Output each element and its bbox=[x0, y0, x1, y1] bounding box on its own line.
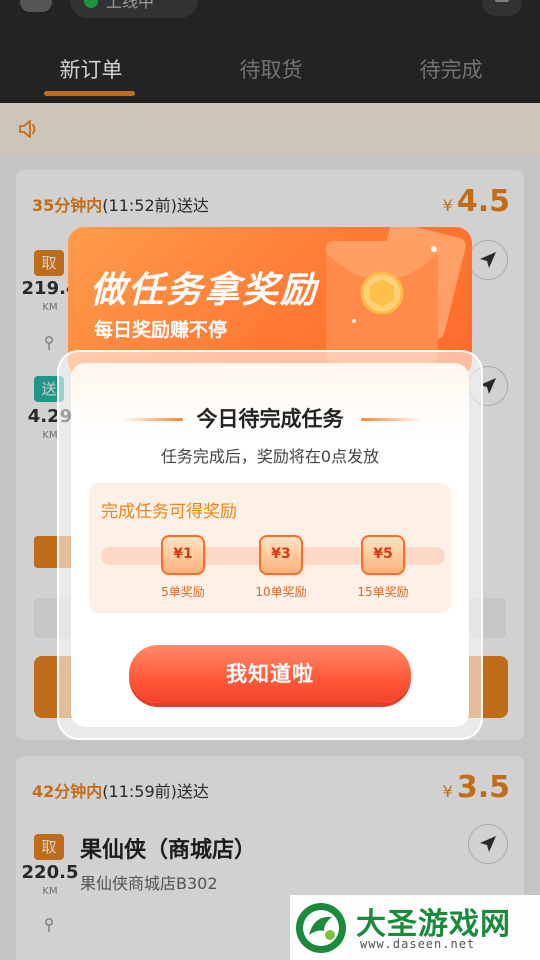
banner-subtitle: 每日奖励赚不停 bbox=[94, 319, 228, 341]
reward-milestone-label: 15单奖励 bbox=[357, 585, 409, 599]
site-watermark: 大圣游戏网 www.daseen.net bbox=[290, 895, 540, 960]
reward-amount: ¥1 bbox=[173, 546, 193, 562]
reward-heading: 完成任务可得奖励 bbox=[101, 502, 237, 522]
modal-subtitle: 任务完成后，奖励将在0点发放 bbox=[160, 447, 380, 466]
reward-milestone: ¥1 bbox=[161, 535, 205, 575]
reward-progress-box: 完成任务可得奖励 ¥1 5单奖励 ¥3 10单奖励 ¥5 15单奖励 bbox=[89, 483, 451, 613]
daily-task-modal: 今日待完成任务 任务完成后，奖励将在0点发放 完成任务可得奖励 ¥1 5单奖励 … bbox=[71, 363, 469, 727]
confirm-button[interactable]: 我知道啦 bbox=[129, 645, 411, 703]
reward-milestone: ¥3 bbox=[259, 535, 303, 575]
reward-milestone-label: 5单奖励 bbox=[161, 585, 205, 599]
reward-milestone-label: 10单奖励 bbox=[255, 585, 307, 599]
banner-title: 做任务拿奖励 bbox=[90, 270, 319, 311]
reward-amount: ¥5 bbox=[373, 546, 393, 562]
title-decoration-right bbox=[361, 418, 423, 421]
watermark-url: www.daseen.net bbox=[360, 937, 476, 951]
reward-amount: ¥3 bbox=[271, 546, 291, 562]
site-logo-icon bbox=[296, 903, 346, 953]
reward-milestone: ¥5 bbox=[361, 535, 405, 575]
